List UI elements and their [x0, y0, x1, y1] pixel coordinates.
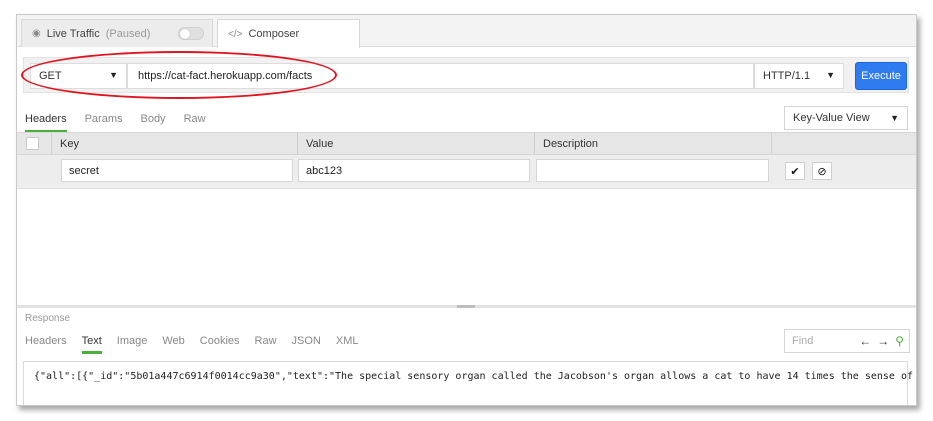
arrow-right-icon[interactable]: →: [877, 334, 889, 348]
remove-circle-icon[interactable]: ⊘: [812, 162, 832, 180]
response-label: Response: [25, 313, 71, 324]
protocol-value: HTTP/1.1: [763, 70, 811, 82]
resp-tab-headers[interactable]: Headers: [25, 335, 67, 354]
resp-tab-json[interactable]: JSON: [292, 335, 321, 354]
resp-tab-image[interactable]: Image: [117, 335, 148, 354]
header-value-input[interactable]: abc123: [298, 159, 530, 182]
tab-composer[interactable]: </> Composer: [217, 19, 360, 48]
column-key: Key: [51, 133, 297, 154]
url-input[interactable]: https://cat-fact.herokuapp.com/facts: [127, 63, 754, 89]
header-key-input[interactable]: secret: [61, 159, 293, 182]
resp-tab-cookies[interactable]: Cookies: [200, 335, 240, 354]
resp-tab-xml[interactable]: XML: [336, 335, 359, 354]
caret-down-icon: ▼: [826, 70, 835, 80]
execute-button[interactable]: Execute: [855, 62, 907, 90]
tab-headers[interactable]: Headers: [25, 113, 67, 133]
response-body[interactable]: {"all":[{"_id":"5b01a447c6914f0014cc9a30…: [23, 361, 913, 405]
column-value: Value: [297, 133, 534, 154]
column-actions: [771, 133, 916, 154]
tab-strip: ◉ Live Traffic (Paused) </> Composer: [17, 15, 916, 48]
resp-tab-text[interactable]: Text: [81, 335, 102, 354]
tab-live-traffic[interactable]: ◉ Live Traffic (Paused): [21, 19, 213, 47]
arrow-left-icon[interactable]: ←: [859, 334, 871, 348]
tab-status: (Paused): [105, 27, 151, 40]
headers-table-header: Key Value Description: [17, 132, 916, 155]
splitter-grip[interactable]: [457, 305, 475, 308]
response-tabs: Headers Text Image Web Cookies Raw JSON …: [25, 335, 359, 354]
column-description: Description: [534, 133, 771, 154]
find-box[interactable]: Find ← → ⚲: [784, 329, 910, 353]
request-bar: GET ▼ https://cat-fact.herokuapp.com/fac…: [23, 57, 909, 93]
checkmark-icon[interactable]: ✔: [785, 162, 805, 180]
tab-label: Composer: [248, 28, 300, 40]
tab-label: Live Traffic: [46, 27, 100, 40]
request-tabs: Headers Params Body Raw: [25, 113, 206, 133]
method-value: GET: [39, 70, 62, 82]
tab-params[interactable]: Params: [85, 113, 123, 133]
resp-tab-web[interactable]: Web: [162, 335, 184, 354]
view-mode-value: Key-Value View: [793, 112, 870, 124]
eye-icon: ◉: [32, 28, 41, 39]
method-select[interactable]: GET ▼: [30, 63, 127, 89]
response-body-text: {"all":[{"_id":"5b01a447c6914f0014cc9a30…: [34, 371, 913, 382]
composer-window: ◉ Live Traffic (Paused) </> Composer GET…: [16, 14, 917, 406]
resp-tab-raw[interactable]: Raw: [255, 335, 277, 354]
caret-down-icon: ▼: [109, 70, 118, 80]
tab-body[interactable]: Body: [140, 113, 165, 133]
capture-toggle[interactable]: [178, 27, 204, 40]
pane-splitter[interactable]: [17, 305, 916, 308]
search-icon[interactable]: ⚲: [895, 334, 904, 348]
table-row: secret abc123 ✔ ⊘: [17, 155, 916, 189]
protocol-select[interactable]: HTTP/1.1 ▼: [754, 63, 844, 89]
toggle-knob: [180, 29, 190, 39]
caret-down-icon: ▼: [890, 113, 899, 123]
select-all-checkbox[interactable]: [26, 137, 39, 150]
view-mode-select[interactable]: Key-Value View ▼: [784, 106, 908, 130]
header-description-input[interactable]: [536, 159, 769, 182]
tab-raw[interactable]: Raw: [184, 113, 206, 133]
find-input[interactable]: Find: [792, 335, 859, 347]
code-icon: </>: [228, 28, 243, 40]
